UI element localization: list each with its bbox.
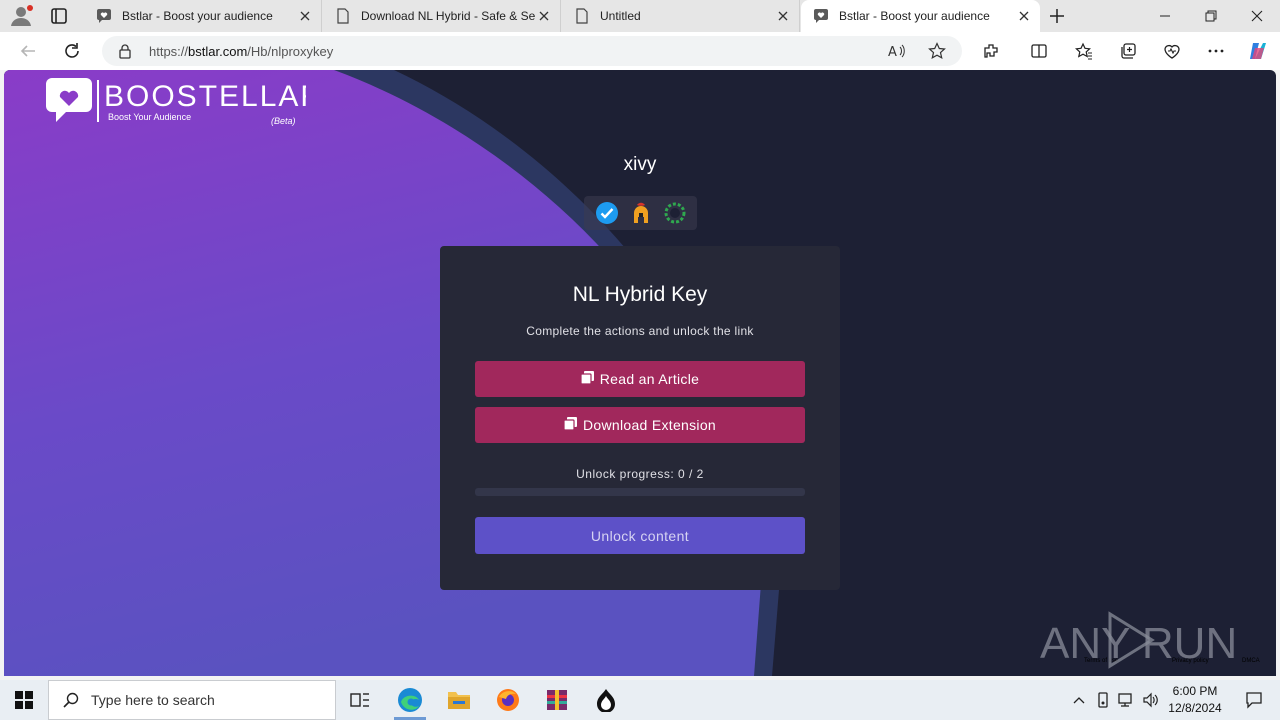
volume-icon[interactable]	[1141, 690, 1161, 710]
page-icon	[574, 8, 590, 24]
close-window-icon[interactable]	[1234, 0, 1280, 32]
task-view-icon[interactable]	[336, 680, 384, 720]
profile-avatar-icon[interactable]	[8, 4, 36, 28]
browser-toolbar: https://bstlar.com/Hb/nlproxykey A	[0, 32, 1280, 70]
heart-chat-icon	[813, 8, 829, 24]
read-article-label: Read an Article	[599, 371, 700, 387]
split-screen-icon[interactable]	[1027, 39, 1051, 63]
verified-check-icon	[595, 201, 619, 225]
close-icon[interactable]	[775, 8, 791, 24]
read-aloud-icon[interactable]: A	[888, 43, 906, 64]
app-icon[interactable]	[582, 680, 630, 720]
notification-icon[interactable]	[1234, 680, 1274, 720]
device-icon[interactable]	[1093, 690, 1113, 710]
svg-text:A: A	[888, 45, 897, 59]
tab-strip: Bstlar - Boost your audience Download NL…	[0, 0, 1280, 32]
boostellar-logo[interactable]: BOOSTELLAR Boost Your Audience (Beta)	[46, 76, 322, 134]
lock-icon[interactable]	[118, 43, 132, 64]
chevron-up-icon[interactable]	[1069, 690, 1089, 710]
url-text[interactable]: https://bstlar.com/Hb/nlproxykey	[149, 44, 333, 59]
tab-title: Bstlar - Boost your audience	[839, 9, 990, 23]
more-menu-icon[interactable]	[1204, 39, 1228, 63]
close-icon[interactable]	[1016, 8, 1032, 24]
logo-mark-icon: BOOSTELLAR Boost Your Audience (Beta)	[46, 78, 322, 126]
card-title: NL Hybrid Key	[572, 283, 708, 306]
logo-beta: (Beta)	[271, 116, 296, 126]
winrar-icon[interactable]	[533, 680, 581, 720]
favorite-star-icon[interactable]	[928, 42, 946, 65]
collections-icon[interactable]	[1116, 39, 1140, 63]
system-clock[interactable]: 6:00 PM 12/8/2024	[1162, 683, 1228, 717]
page-viewport: BOOSTELLAR Boost Your Audience (Beta) xi…	[4, 70, 1276, 676]
anyrun-watermark: ANY RUN	[1040, 610, 1240, 670]
download-extension-label: Download Extension	[582, 417, 717, 433]
heart-chat-icon	[96, 8, 112, 24]
url-domain: bstlar.com	[188, 44, 248, 59]
copy-icon	[563, 417, 577, 433]
unlock-progress-bar	[475, 488, 805, 496]
tab-title: Untitled	[600, 9, 641, 23]
search-placeholder: Type here to search	[91, 692, 215, 708]
new-tab-icon[interactable]	[1046, 6, 1068, 26]
back-icon[interactable]	[16, 39, 40, 63]
creator-username: xivy	[623, 154, 657, 175]
copy-icon	[580, 371, 594, 387]
tab-untitled[interactable]: Untitled	[562, 0, 800, 32]
tab-actions-icon[interactable]	[48, 6, 70, 26]
network-icon[interactable]	[1117, 690, 1137, 710]
logo-wordmark: BOOSTELLAR	[104, 80, 306, 113]
url-prefix: https://	[149, 44, 189, 59]
close-icon[interactable]	[297, 8, 313, 24]
windows-start-icon[interactable]	[0, 680, 48, 720]
clock-date: 12/8/2024	[1168, 701, 1222, 715]
read-article-button[interactable]: Read an Article	[475, 361, 805, 397]
tab-title: Bstlar - Boost your audience	[122, 9, 273, 23]
tab-title: Download NL Hybrid - Safe & Se	[361, 9, 536, 23]
firefox-icon[interactable]	[484, 680, 532, 720]
spartan-helmet-icon	[629, 201, 653, 225]
card-subtitle: Complete the actions and unlock the link	[526, 324, 754, 338]
logo-tagline: Boost Your Audience	[108, 112, 191, 122]
clock-time: 6:00 PM	[1172, 684, 1218, 698]
taskbar: Type here to search 6:00 PM 12/8/2024	[0, 680, 1280, 720]
url-path: /Hb/nlproxykey	[247, 44, 334, 59]
copilot-icon[interactable]	[1246, 39, 1270, 63]
extensions-icon[interactable]	[979, 39, 1003, 63]
favorites-icon[interactable]	[1072, 39, 1096, 63]
search-icon	[63, 692, 79, 708]
unlock-card: NL Hybrid Key Complete the actions and u…	[440, 246, 840, 590]
unlock-progress-label: Unlock progress: 0 / 2	[576, 467, 704, 481]
refresh-icon[interactable]	[60, 39, 84, 63]
file-explorer-icon[interactable]	[435, 680, 483, 720]
laurel-wreath-icon	[663, 201, 687, 225]
edge-icon[interactable]	[386, 680, 434, 720]
page-icon	[335, 8, 351, 24]
close-icon[interactable]	[536, 8, 552, 24]
browser-essentials-icon[interactable]	[1160, 39, 1184, 63]
download-extension-button[interactable]: Download Extension	[475, 407, 805, 443]
unlock-content-button[interactable]: Unlock content	[475, 517, 805, 554]
creator-badges	[584, 196, 697, 230]
tab-bstlar-1[interactable]: Bstlar - Boost your audience	[84, 0, 322, 32]
footer-dmca-link[interactable]: DMCA	[1242, 658, 1260, 664]
tab-bstlar-active[interactable]: Bstlar - Boost your audience	[801, 0, 1040, 32]
tab-download[interactable]: Download NL Hybrid - Safe & Se	[323, 0, 561, 32]
address-bar[interactable]: https://bstlar.com/Hb/nlproxykey A	[102, 36, 962, 66]
taskbar-search-box[interactable]: Type here to search	[48, 680, 336, 720]
minimize-icon[interactable]	[1142, 0, 1188, 32]
restore-icon[interactable]	[1188, 0, 1234, 32]
watermark-text: ANY RUN	[1040, 619, 1237, 668]
